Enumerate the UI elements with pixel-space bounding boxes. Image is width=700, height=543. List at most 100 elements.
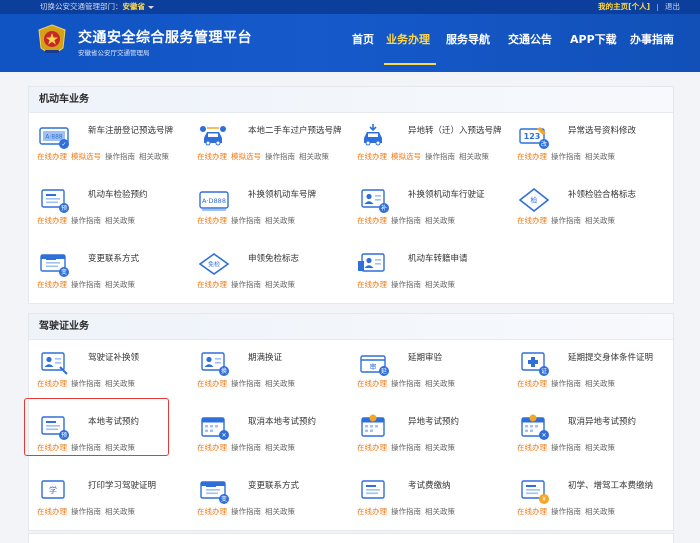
service-card[interactable]: 补 补换领机动车行驶证 在线办理 操作指南 相关政策 [351, 181, 511, 233]
service-card[interactable]: 异地转（迁）入预选号牌 在线办理 模拟选号 操作指南 相关政策 [351, 117, 511, 169]
service-name[interactable]: 申领免检标志 [248, 253, 346, 265]
nav-item-3[interactable]: 交通公告 [508, 31, 552, 47]
service-card[interactable]: 机动车转籍申请 在线办理 操作指南 相关政策 [351, 245, 511, 297]
service-name[interactable]: 机动车检验预约 [88, 189, 186, 201]
online-apply-link[interactable]: 在线办理 [517, 443, 547, 452]
service-name[interactable]: 初学、增驾工本费缴纳 [568, 480, 666, 492]
guide-link[interactable]: 操作指南 [551, 152, 581, 161]
nav-item-1[interactable]: 业务办理 [386, 31, 430, 47]
service-card[interactable]: 换 期满换证 在线办理 操作指南 相关政策 [191, 344, 351, 396]
service-name[interactable]: 异地转（迁）入预选号牌 [408, 125, 506, 137]
policy-link[interactable]: 相关政策 [425, 507, 455, 516]
nav-item-0[interactable]: 首页 [352, 31, 374, 47]
online-apply-link[interactable]: 在线办理 [357, 443, 387, 452]
service-card[interactable]: 学 打印学习驾驶证明 在线办理 操作指南 相关政策 [31, 472, 191, 524]
online-apply-link[interactable]: 在线办理 [197, 216, 227, 225]
online-apply-link[interactable]: 在线办理 [357, 379, 387, 388]
guide-link[interactable]: 操作指南 [551, 443, 581, 452]
policy-link[interactable]: 相关政策 [105, 507, 135, 516]
nav-item-4[interactable]: APP下载 [570, 31, 617, 47]
policy-link[interactable]: 相关政策 [265, 216, 295, 225]
policy-link[interactable]: 相关政策 [105, 216, 135, 225]
online-apply-link[interactable]: 在线办理 [517, 216, 547, 225]
guide-link[interactable]: 操作指南 [551, 379, 581, 388]
policy-link[interactable]: 相关政策 [105, 280, 135, 289]
online-apply-link[interactable]: 在线办理 [37, 379, 67, 388]
online-apply-link[interactable]: 在线办理 [197, 443, 227, 452]
online-apply-link[interactable]: 在线办理 [37, 216, 67, 225]
policy-link[interactable]: 相关政策 [299, 152, 329, 161]
policy-link[interactable]: 相关政策 [585, 443, 615, 452]
policy-link[interactable]: 相关政策 [425, 379, 455, 388]
service-name[interactable]: 取消异地考试预约 [568, 416, 666, 428]
guide-link[interactable]: 操作指南 [551, 216, 581, 225]
mock-select-link[interactable]: 模拟选号 [71, 152, 101, 161]
online-apply-link[interactable]: 在线办理 [197, 152, 227, 161]
nav-item-5[interactable]: 办事指南 [630, 31, 674, 47]
online-apply-link[interactable]: 在线办理 [357, 216, 387, 225]
service-card[interactable]: 变 变更联系方式 在线办理 操作指南 相关政策 [191, 472, 351, 524]
logout-link[interactable]: 退出 [665, 2, 680, 11]
service-card[interactable]: 证 延期提交身体条件证明 在线办理 操作指南 相关政策 [511, 344, 671, 396]
mock-select-link[interactable]: 模拟选号 [231, 152, 261, 161]
service-name[interactable]: 变更联系方式 [88, 253, 186, 265]
guide-link[interactable]: 操作指南 [71, 280, 101, 289]
service-name[interactable]: 取消本地考试预约 [248, 416, 346, 428]
guide-link[interactable]: 操作指南 [391, 443, 421, 452]
policy-link[interactable]: 相关政策 [139, 152, 169, 161]
online-apply-link[interactable]: 在线办理 [357, 507, 387, 516]
service-card[interactable]: 审延 延期审验 在线办理 操作指南 相关政策 [351, 344, 511, 396]
policy-link[interactable]: 相关政策 [585, 507, 615, 516]
nav-item-2[interactable]: 服务导航 [446, 31, 490, 47]
service-card[interactable]: 考试费缴纳 在线办理 操作指南 相关政策 [351, 472, 511, 524]
service-card[interactable]: ✕ 取消异地考试预约 在线办理 操作指南 相关政策 [511, 408, 671, 460]
service-name[interactable]: 本地二手车过户预选号牌 [248, 125, 346, 137]
guide-link[interactable]: 操作指南 [231, 216, 261, 225]
service-name[interactable]: 补换领机动车号牌 [248, 189, 346, 201]
service-card[interactable]: 异地考试预约 在线办理 操作指南 相关政策 [351, 408, 511, 460]
service-name[interactable]: 变更联系方式 [248, 480, 346, 492]
policy-link[interactable]: 相关政策 [425, 216, 455, 225]
guide-link[interactable]: 操作指南 [391, 379, 421, 388]
online-apply-link[interactable]: 在线办理 [517, 507, 547, 516]
service-card[interactable]: ¥ 初学、增驾工本费缴纳 在线办理 操作指南 相关政策 [511, 472, 671, 524]
guide-link[interactable]: 操作指南 [391, 507, 421, 516]
service-card[interactable]: ✕ 取消本地考试预约 在线办理 操作指南 相关政策 [191, 408, 351, 460]
service-name[interactable]: 驾驶证补换领 [88, 352, 186, 364]
service-card[interactable]: 检 补领检验合格标志 在线办理 操作指南 相关政策 [511, 181, 671, 233]
policy-link[interactable]: 相关政策 [459, 152, 489, 161]
guide-link[interactable]: 操作指南 [551, 507, 581, 516]
guide-link[interactable]: 操作指南 [231, 379, 261, 388]
online-apply-link[interactable]: 在线办理 [517, 152, 547, 161]
service-name[interactable]: 期满换证 [248, 352, 346, 364]
online-apply-link[interactable]: 在线办理 [197, 507, 227, 516]
online-apply-link[interactable]: 在线办理 [197, 280, 227, 289]
service-name[interactable]: 异地考试预约 [408, 416, 506, 428]
guide-link[interactable]: 操作指南 [71, 379, 101, 388]
policy-link[interactable]: 相关政策 [265, 280, 295, 289]
service-card[interactable]: 免检 申领免检标志 在线办理 操作指南 相关政策 [191, 245, 351, 297]
department-switcher[interactable]: 切换公安交通管理部门：安徽省 [40, 0, 154, 14]
policy-link[interactable]: 相关政策 [265, 379, 295, 388]
guide-link[interactable]: 操作指南 [391, 216, 421, 225]
guide-link[interactable]: 操作指南 [71, 216, 101, 225]
online-apply-link[interactable]: 在线办理 [37, 280, 67, 289]
my-homepage-link[interactable]: 我的主页[个人] [598, 2, 650, 11]
policy-link[interactable]: 相关政策 [265, 443, 295, 452]
policy-link[interactable]: 相关政策 [425, 280, 455, 289]
service-name[interactable]: 延期审验 [408, 352, 506, 364]
policy-link[interactable]: 相关政策 [585, 379, 615, 388]
guide-link[interactable]: 操作指南 [391, 280, 421, 289]
guide-link[interactable]: 操作指南 [425, 152, 455, 161]
guide-link[interactable]: 操作指南 [231, 280, 261, 289]
service-card[interactable]: A·D888 补换领机动车号牌 在线办理 操作指南 相关政策 [191, 181, 351, 233]
service-card[interactable]: A·888 ✓ 新车注册登记预选号牌 在线办理 模拟选号 操作指南 相关政策 [31, 117, 191, 169]
online-apply-link[interactable]: 在线办理 [37, 507, 67, 516]
policy-link[interactable]: 相关政策 [585, 152, 615, 161]
service-name[interactable]: 延期提交身体条件证明 [568, 352, 666, 364]
guide-link[interactable]: 操作指南 [265, 152, 295, 161]
guide-link[interactable]: 操作指南 [105, 152, 135, 161]
guide-link[interactable]: 操作指南 [71, 507, 101, 516]
mock-select-link[interactable]: 模拟选号 [391, 152, 421, 161]
online-apply-link[interactable]: 在线办理 [357, 280, 387, 289]
